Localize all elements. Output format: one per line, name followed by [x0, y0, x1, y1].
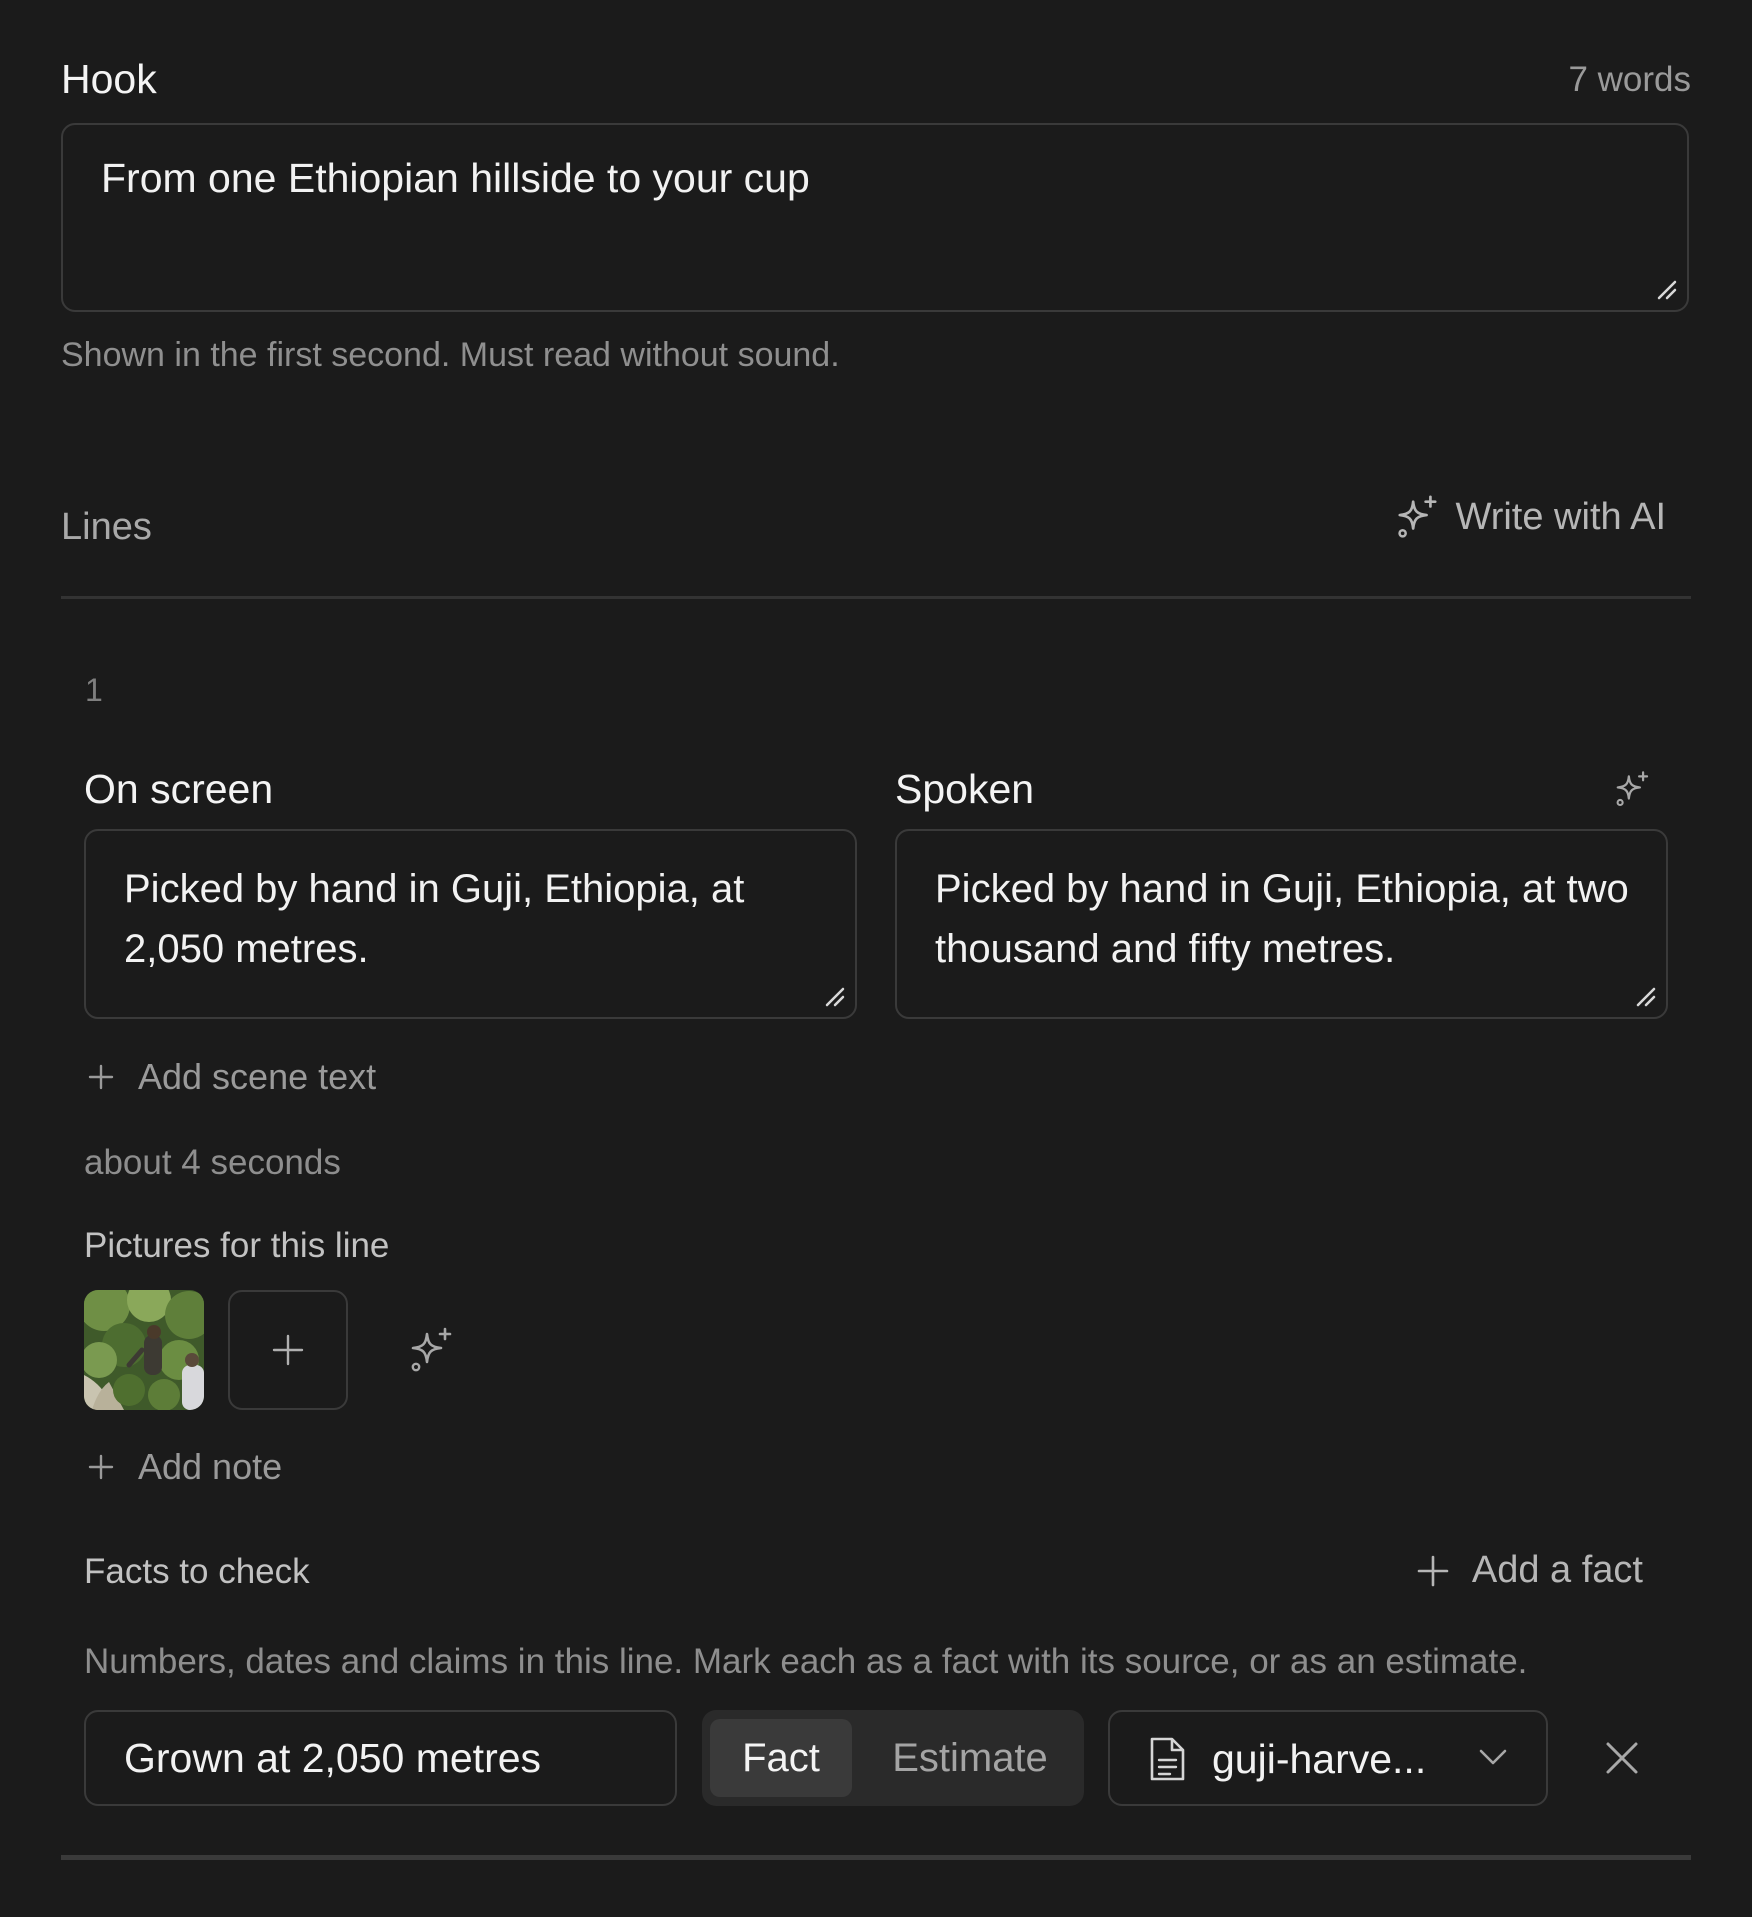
plus-icon	[88, 1064, 114, 1090]
add-scene-text-label: Add scene text	[138, 1056, 377, 1097]
coffee-harvest-photo	[84, 1290, 204, 1410]
document-icon	[1150, 1737, 1185, 1781]
add-fact-label: Add a fact	[1471, 1549, 1643, 1591]
generate-picture-sparkle-icon[interactable]	[407, 1326, 455, 1374]
line-bottom-divider	[61, 1855, 1691, 1860]
sparkle-icon	[1397, 495, 1437, 538]
fact-source-select[interactable]: guji-harve...	[1108, 1710, 1548, 1806]
hook-word-count: 7 words	[1568, 60, 1691, 99]
add-fact-button[interactable]: Add a fact	[1416, 1549, 1643, 1592]
write-with-ai-button[interactable]: Write with AI	[1394, 494, 1666, 540]
fact-claim-input[interactable]: Grown at 2,050 metres	[84, 1710, 677, 1806]
fact-claim-text: Grown at 2,050 metres	[124, 1734, 542, 1781]
pictures-label: Pictures for this line	[84, 1226, 390, 1265]
fact-source-text: guji-harve...	[1212, 1736, 1427, 1782]
hook-text: From one Ethiopian hillside to your cup	[101, 155, 810, 201]
plus-icon	[88, 1454, 114, 1480]
lines-label: Lines	[61, 506, 152, 548]
picture-thumbnail[interactable]	[84, 1290, 204, 1410]
chevron-down-icon	[1479, 1749, 1507, 1765]
hook-hint: Shown in the first second. Must read wit…	[61, 336, 840, 374]
line-duration: about 4 seconds	[84, 1143, 341, 1182]
on-screen-text: Picked by hand in Guji, Ethiopia, at 2,0…	[124, 867, 745, 971]
spoken-textarea[interactable]: Picked by hand in Guji, Ethiopia, at two…	[895, 829, 1668, 1019]
write-with-ai-label: Write with AI	[1455, 495, 1666, 538]
remove-fact-close-icon[interactable]	[1600, 1736, 1644, 1780]
lines-divider	[61, 596, 1691, 599]
facts-description: Numbers, dates and claims in this line. …	[84, 1642, 1528, 1681]
on-screen-textarea[interactable]: Picked by hand in Guji, Ethiopia, at 2,0…	[84, 829, 857, 1019]
fact-type-toggle: Fact Estimate	[702, 1710, 1084, 1806]
resize-handle-icon[interactable]	[1655, 278, 1677, 300]
plus-icon	[272, 1334, 304, 1366]
resize-handle-icon[interactable]	[1634, 985, 1656, 1007]
estimate-option[interactable]: Estimate	[870, 1719, 1070, 1797]
add-scene-text-button[interactable]: Add scene text	[86, 1056, 376, 1098]
add-note-label: Add note	[138, 1446, 283, 1487]
on-screen-label: On screen	[84, 766, 274, 812]
line-number: 1	[85, 672, 103, 708]
resize-handle-icon[interactable]	[823, 985, 845, 1007]
add-picture-button[interactable]	[228, 1290, 348, 1410]
add-note-button[interactable]: Add note	[86, 1446, 282, 1488]
facts-title: Facts to check	[84, 1552, 310, 1591]
plus-icon	[1417, 1555, 1449, 1586]
hook-textarea[interactable]: From one Ethiopian hillside to your cup	[61, 123, 1689, 312]
rewrite-spoken-sparkle-icon[interactable]	[1613, 770, 1651, 808]
spoken-text: Picked by hand in Guji, Ethiopia, at two…	[935, 867, 1629, 971]
fact-option[interactable]: Fact	[710, 1719, 852, 1797]
hook-label: Hook	[61, 56, 157, 102]
spoken-label: Spoken	[895, 766, 1035, 812]
